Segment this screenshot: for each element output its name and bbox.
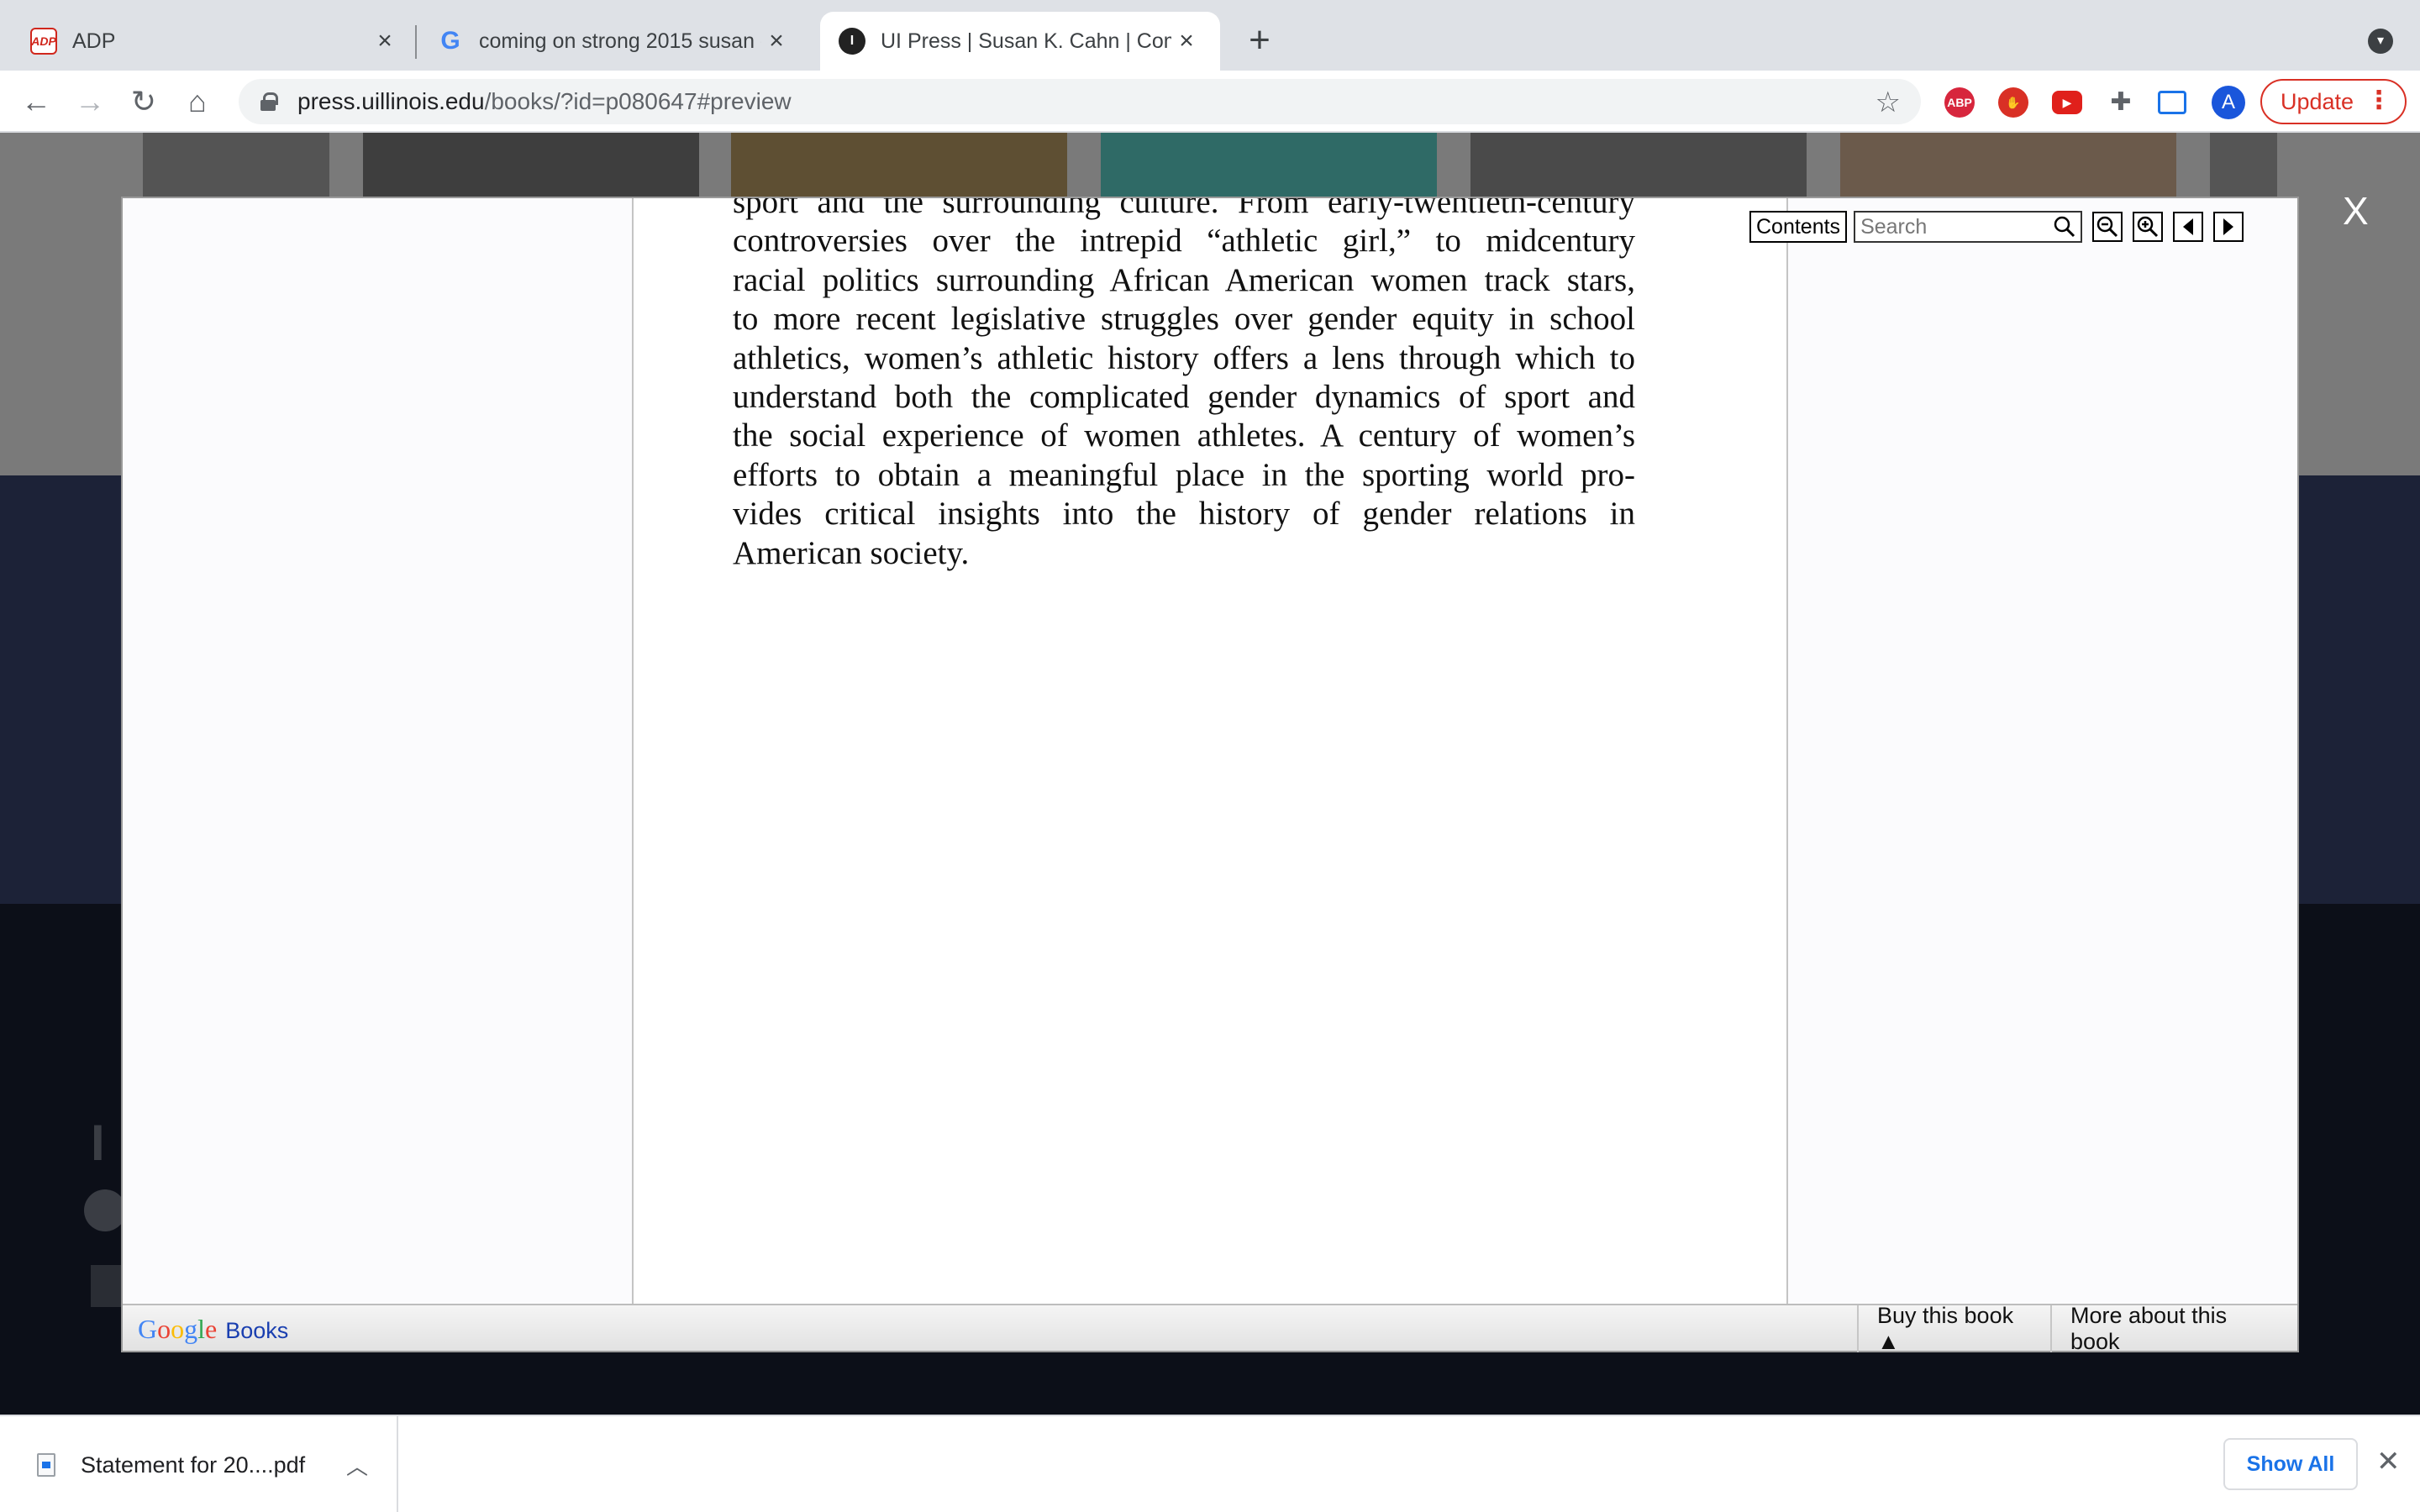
google-favicon: G	[440, 27, 460, 55]
close-tab-icon[interactable]: ×	[761, 26, 792, 56]
profile-avatar[interactable]: A	[2212, 86, 2245, 119]
forward-arrow-icon[interactable]: →	[71, 82, 109, 121]
update-button[interactable]: Update ⋮	[2260, 79, 2407, 124]
campus-logo	[91, 1265, 124, 1307]
buy-this-book-button[interactable]: Buy this book ▲	[1857, 1303, 2050, 1354]
search-input[interactable]	[1855, 213, 2049, 240]
book-text-line: sport and the surrounding culture. From …	[733, 198, 1635, 220]
more-menu-icon: ⋮	[2366, 87, 2391, 114]
url-text: press.uillinois.edu/books/?id=p080647#pr…	[297, 88, 792, 114]
tab-ui-press[interactable]: I UI Press | Susan K. Cahn | Com ×	[820, 12, 1220, 71]
tab-search-chevron-icon[interactable]: ▾	[2368, 29, 2393, 54]
tab-adp[interactable]: ADP ADP ×	[0, 12, 418, 71]
tab-title: coming on strong 2015 susan c	[479, 29, 761, 53]
book-text-line: the social experience of women athletes.…	[733, 417, 1635, 454]
contents-button[interactable]: Contents	[1749, 211, 1848, 243]
browser-toolbar: ← → ↻ ⌂ press.uillinois.edu/books/?id=p0…	[0, 71, 2420, 133]
cast-icon[interactable]	[2158, 91, 2186, 114]
search-box	[1854, 211, 2083, 243]
lock-icon[interactable]	[260, 92, 278, 111]
close-preview-button[interactable]: X	[2343, 188, 2369, 234]
zoom-in-button[interactable]	[2133, 212, 2164, 242]
tab-google-search[interactable]: G coming on strong 2015 susan c ×	[418, 12, 810, 71]
back-arrow-icon[interactable]: ←	[17, 82, 55, 121]
uic-logo	[84, 1189, 126, 1231]
books-wordmark: Books	[225, 1318, 289, 1343]
book-cover	[143, 133, 329, 200]
new-tab-plus-icon[interactable]: +	[1240, 22, 1279, 60]
book-page-text: sport and the surrounding culture. From …	[733, 198, 1635, 573]
book-cover	[1470, 133, 1807, 200]
google-wordmark: Google	[138, 1314, 218, 1344]
book-text-line: vides critical insights into the history…	[733, 496, 1635, 533]
chevron-up-icon[interactable]: ︿	[346, 1450, 368, 1481]
adblock-plus-icon[interactable]: ABP	[1944, 87, 1975, 118]
close-icon[interactable]: ✕	[2376, 1445, 2401, 1478]
book-text-line: controversies over the intrepid “athleti…	[733, 223, 1635, 260]
pdf-file-icon	[37, 1453, 55, 1477]
tab-title: ADP	[72, 29, 116, 53]
home-icon[interactable]: ⌂	[178, 82, 217, 121]
tab-strip: ADP ADP × G coming on strong 2015 susan …	[0, 0, 2420, 71]
next-page-button[interactable]	[2213, 212, 2244, 242]
adp-favicon: ADP	[30, 28, 57, 55]
tab-separator	[415, 25, 417, 59]
book-cover	[1840, 133, 2176, 200]
close-tab-icon[interactable]: ×	[1171, 26, 1202, 56]
university-logo: I	[91, 1115, 105, 1171]
book-text-line: racial politics surrounding African Amer…	[733, 261, 1635, 298]
viewer-left-margin	[123, 198, 634, 1304]
tab-title: UI Press | Susan K. Cahn | Com	[881, 29, 1171, 53]
zoom-out-button[interactable]	[2092, 212, 2123, 242]
google-books-logo[interactable]: Google Books	[138, 1314, 288, 1345]
previous-page-button[interactable]	[2173, 212, 2204, 242]
book-text-line: to more recent legislative struggles ove…	[733, 301, 1635, 338]
update-label: Update	[2281, 88, 2354, 114]
book-text-line: understand both the complicated gender d…	[733, 378, 1635, 415]
book-cover	[363, 133, 699, 200]
stop-hand-icon[interactable]: ✋	[1998, 87, 2028, 118]
zoom-in-icon	[2137, 216, 2159, 238]
book-text-line: efforts to obtain a meaningful place in …	[733, 456, 1635, 493]
reload-icon[interactable]: ↻	[124, 82, 163, 121]
viewer-controls: Contents	[1749, 210, 2244, 244]
close-tab-icon[interactable]: ×	[370, 26, 400, 56]
download-shelf: Statement for 20....pdf ︿ Show All ✕	[0, 1415, 2420, 1512]
book-text-line: American society.	[733, 534, 970, 571]
book-preview-modal: sport and the surrounding culture. From …	[121, 197, 2299, 1354]
book-text-line: athletics, women’s athletic history offe…	[733, 339, 1635, 376]
viewer-right-margin	[1786, 198, 2297, 1304]
book-page[interactable]: sport and the surrounding culture. From …	[634, 198, 1786, 1304]
download-item[interactable]: Statement for 20....pdf ︿	[0, 1416, 398, 1512]
book-cover	[2210, 133, 2277, 200]
book-cover	[1101, 133, 1437, 200]
triangle-right-icon	[2223, 218, 2234, 235]
zoom-out-icon	[2096, 216, 2118, 238]
google-books-footer: Google Books Buy this book ▲ More about t…	[123, 1303, 2297, 1354]
search-icon[interactable]	[2054, 216, 2075, 238]
youtube-icon[interactable]: ▶	[2052, 91, 2082, 114]
more-about-this-book-link[interactable]: More about this book	[2050, 1303, 2297, 1354]
puzzle-extensions-icon[interactable]: ✚	[2106, 87, 2136, 118]
bookmark-star-icon[interactable]: ☆	[1876, 86, 1901, 119]
triangle-left-icon	[2183, 218, 2194, 235]
show-all-button[interactable]: Show All	[2223, 1438, 2358, 1490]
book-cover	[731, 133, 1067, 200]
ui-press-favicon: I	[839, 28, 865, 55]
download-file-name: Statement for 20....pdf	[81, 1452, 306, 1478]
address-bar[interactable]: press.uillinois.edu/books/?id=p080647#pr…	[239, 79, 1921, 124]
